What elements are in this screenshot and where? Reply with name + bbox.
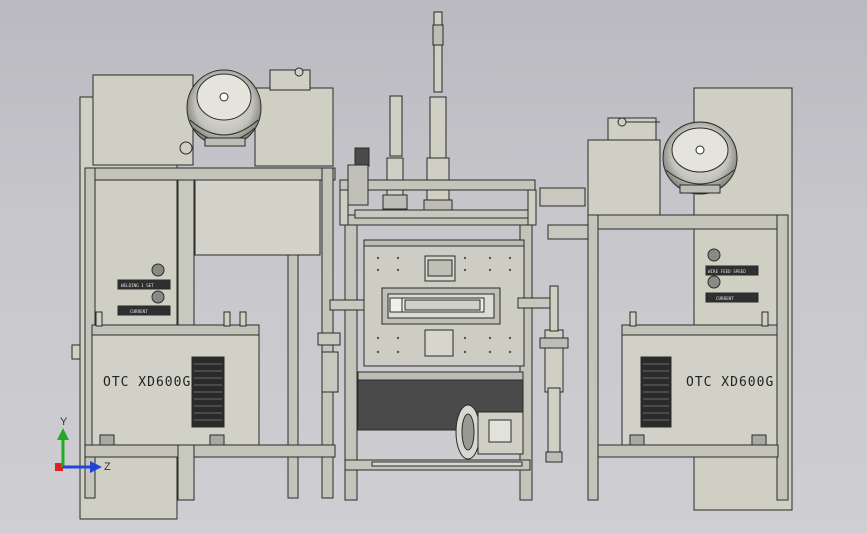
left-unit <box>71 67 336 520</box>
left-welder-brand: OTC XD600G <box>103 375 191 390</box>
right-unit <box>587 87 793 511</box>
right-plate-top-text: WIRE FEED SPEED <box>708 269 746 274</box>
right-frame <box>587 214 789 230</box>
motor <box>455 404 524 460</box>
left-plate-top-text: WELDING 1 SET <box>121 283 154 288</box>
right-welder-brand: OTC XD600G <box>686 375 774 390</box>
left-cylinder <box>389 95 403 157</box>
z-axis-label: Z <box>104 461 111 473</box>
right-wire-reel <box>662 121 738 195</box>
cad-drawing: OTC XD600G WELDING 1 SET CURRENT OTC XD6… <box>55 11 793 520</box>
top-cylinder <box>429 96 447 163</box>
left-plate-bottom-text: CURRENT <box>130 309 148 314</box>
right-plate-bottom-text: CURRENT <box>716 296 734 301</box>
y-axis-label: Y <box>60 416 68 428</box>
top-cylinder-rod <box>433 11 443 93</box>
left-frame <box>84 167 336 181</box>
left-wire-reel <box>186 69 262 147</box>
center-unit <box>317 11 589 501</box>
